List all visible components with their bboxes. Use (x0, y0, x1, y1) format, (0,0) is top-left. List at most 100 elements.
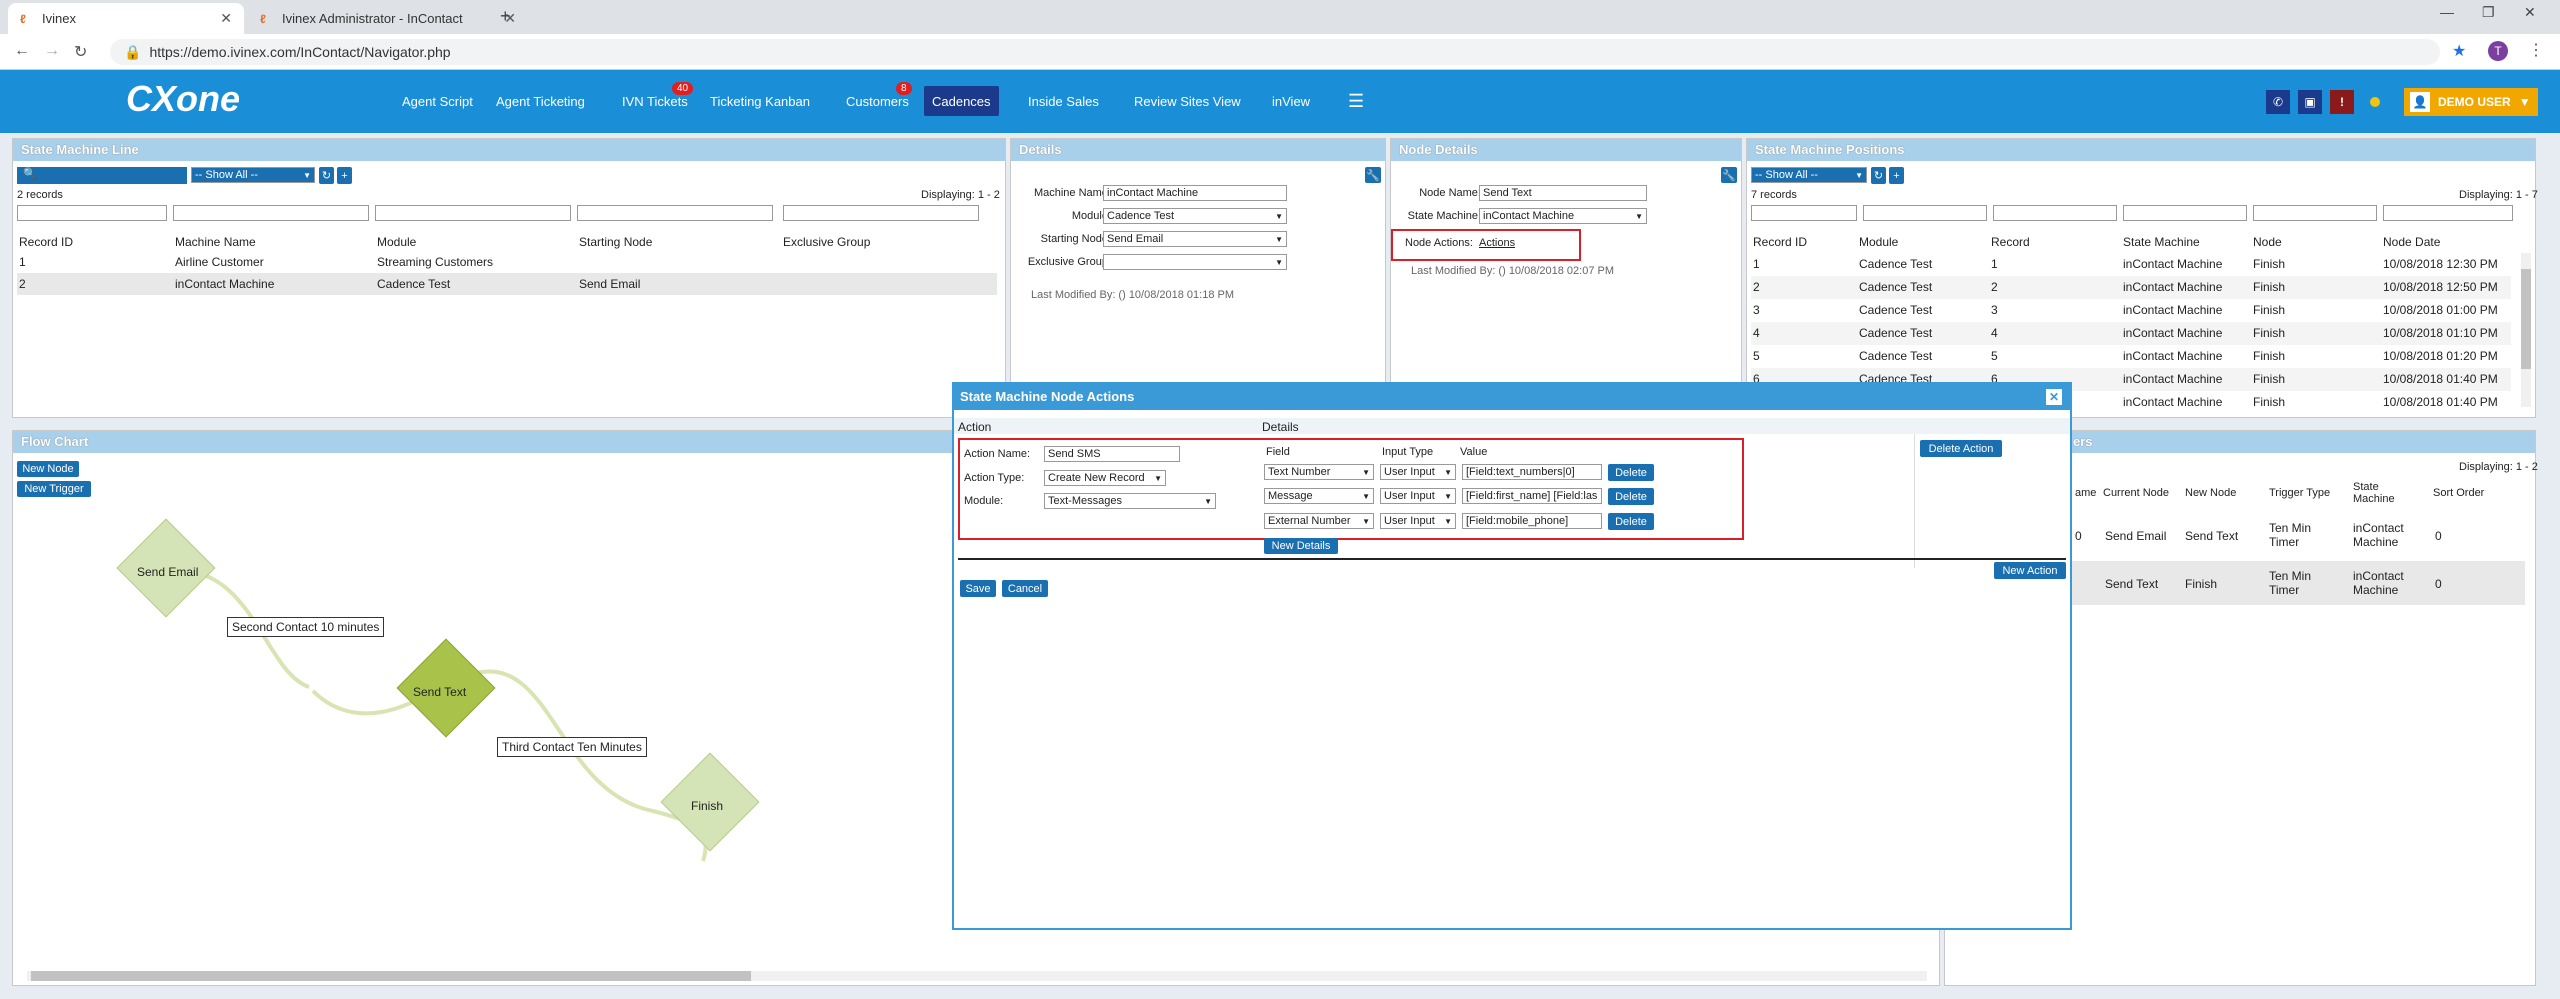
value-input[interactable]: [Field:text_numbers|0] (1462, 464, 1602, 480)
new-tab-icon[interactable]: + (500, 6, 511, 27)
chat-icon[interactable]: ▣ (2298, 90, 2322, 114)
column-header[interactable]: State Machine (2353, 481, 2403, 505)
scrollbar-thumb[interactable] (31, 971, 751, 981)
back-icon[interactable]: ← (14, 42, 30, 60)
filter-input[interactable] (375, 205, 571, 221)
filter-input[interactable] (17, 205, 167, 221)
table-row[interactable]: 2 inContact Machine Cadence Test Send Em… (17, 273, 997, 295)
restore-icon[interactable]: ❐ (2482, 4, 2495, 21)
table-row[interactable]: 5 Cadence Test 5 inContact Machine Finish 10/… (1751, 345, 2511, 368)
action-name-input[interactable]: Send SMS (1044, 446, 1180, 462)
column-header[interactable]: Machine Name (175, 235, 256, 249)
vertical-scrollbar[interactable] (2521, 253, 2531, 407)
nav-ticketing-kanban[interactable]: Ticketing Kanban (710, 70, 810, 133)
trigger-label[interactable]: Second Contact 10 minutes (227, 617, 385, 637)
delete-detail-button[interactable]: Delete (1608, 513, 1654, 530)
minimize-icon[interactable]: — (2440, 4, 2454, 20)
column-header[interactable]: Node (2253, 235, 2282, 249)
column-header[interactable]: Sort Order (2433, 487, 2484, 499)
bookmark-star-icon[interactable]: ★ (2452, 41, 2466, 61)
starting-node-select[interactable]: Send Email (1103, 231, 1287, 247)
input-type-select[interactable]: User Input (1380, 513, 1456, 529)
action-type-select[interactable]: Create New Record (1044, 470, 1166, 486)
column-header[interactable]: Record (1991, 235, 2030, 249)
table-row[interactable]: 1 Airline Customer Streaming Customers (17, 251, 997, 273)
refresh-icon[interactable]: ↻ (319, 167, 334, 184)
delete-detail-button[interactable]: Delete (1608, 488, 1654, 505)
filter-input[interactable] (1863, 205, 1987, 221)
filter-input[interactable] (577, 205, 773, 221)
close-window-icon[interactable]: ✕ (2524, 4, 2536, 21)
nav-customers[interactable]: Customers (846, 70, 909, 133)
delete-detail-button[interactable]: Delete (1608, 464, 1654, 481)
nav-agent-script[interactable]: Agent Script (402, 70, 473, 133)
filter-input[interactable] (783, 205, 979, 221)
refresh-icon[interactable]: ↻ (1871, 167, 1886, 184)
user-menu[interactable]: 👤 DEMO USER ▼ (2404, 88, 2538, 116)
hamburger-menu-icon[interactable]: ☰ (1348, 70, 1364, 133)
filter-input[interactable] (173, 205, 369, 221)
filter-input[interactable] (1751, 205, 1857, 221)
column-header[interactable]: Trigger Type (2269, 487, 2330, 499)
wrench-icon[interactable]: 🔧 (1365, 167, 1381, 183)
nav-review-sites-view[interactable]: Review Sites View (1134, 70, 1241, 133)
input-type-select[interactable]: User Input (1380, 464, 1456, 480)
table-row[interactable]: 4 Cadence Test 4 inContact Machine Finish 10/… (1751, 322, 2511, 345)
node-name-input[interactable]: Send Text (1479, 185, 1647, 201)
phone-icon[interactable]: ✆ (2266, 90, 2290, 114)
column-header[interactable]: Current Node (2103, 487, 2169, 499)
column-header[interactable]: ame (2075, 487, 2096, 499)
value-input[interactable]: [Field:first_name] [Field:las (1462, 488, 1602, 504)
menu-kebab-icon[interactable]: ⋮ (2528, 40, 2544, 60)
delete-action-button[interactable]: Delete Action (1920, 440, 2002, 457)
alert-icon[interactable]: ! (2330, 90, 2354, 114)
add-icon[interactable]: + (337, 167, 352, 184)
save-button[interactable]: Save (960, 580, 996, 597)
state-machine-select[interactable]: inContact Machine (1479, 208, 1647, 224)
filter-input[interactable] (2383, 205, 2513, 221)
column-header[interactable]: Exclusive Group (783, 235, 870, 249)
filter-input[interactable] (1993, 205, 2117, 221)
input-type-select[interactable]: User Input (1380, 488, 1456, 504)
column-header[interactable]: Module (377, 235, 416, 249)
field-select[interactable]: External Number (1264, 513, 1374, 529)
column-header[interactable]: Record ID (19, 235, 73, 249)
value-input[interactable]: [Field:mobile_phone] (1462, 513, 1602, 529)
module-select[interactable]: Text-Messages (1044, 493, 1216, 509)
reload-icon[interactable]: ↻ (74, 42, 87, 62)
filter-input[interactable] (2253, 205, 2377, 221)
machine-name-input[interactable]: inContact Machine (1103, 185, 1287, 201)
column-header[interactable]: New Node (2185, 487, 2236, 499)
filter-input[interactable] (2123, 205, 2247, 221)
profile-avatar[interactable]: T (2488, 41, 2508, 61)
nav-agent-ticketing[interactable]: Agent Ticketing (496, 70, 585, 133)
table-row[interactable]: 2 Cadence Test 2 inContact Machine Finish 10/… (1751, 276, 2511, 299)
browser-tab-admin[interactable]: ℓ Ivinex Administrator - InContact ✕ (248, 3, 528, 34)
exclusive-group-select[interactable] (1103, 254, 1287, 270)
trigger-label[interactable]: Third Contact Ten Minutes (497, 737, 647, 757)
scrollbar-thumb[interactable] (2521, 269, 2531, 369)
horizontal-scrollbar[interactable] (27, 971, 1927, 981)
close-tab-icon[interactable]: ✕ (220, 10, 232, 27)
new-details-button[interactable]: New Details (1264, 538, 1338, 554)
module-select[interactable]: Cadence Test (1103, 208, 1287, 224)
filter-select[interactable]: -- Show All -- (191, 167, 315, 183)
nav-ivn-tickets[interactable]: IVN Tickets (622, 70, 688, 133)
column-header[interactable]: Node Date (2383, 235, 2440, 249)
browser-tab-ivinex[interactable]: ℓ Ivinex ✕ (8, 3, 244, 34)
add-icon[interactable]: + (1889, 167, 1904, 184)
filter-select[interactable]: -- Show All -- (1751, 167, 1867, 183)
forward-icon[interactable]: → (44, 42, 60, 60)
wrench-icon[interactable]: 🔧 (1721, 167, 1737, 183)
column-header[interactable]: State Machine (2123, 235, 2200, 249)
cancel-button[interactable]: Cancel (1002, 580, 1048, 597)
modal-close-icon[interactable]: ✕ (2046, 389, 2062, 405)
search-input[interactable]: 🔍 (17, 167, 187, 184)
column-header[interactable]: Module (1859, 235, 1898, 249)
table-row[interactable]: 3 Cadence Test 3 inContact Machine Finish 10/… (1751, 299, 2511, 322)
url-input[interactable]: 🔒 https://demo.ivinex.com/InContact/Navi… (110, 39, 2440, 65)
nav-inview[interactable]: inView (1272, 70, 1310, 133)
column-header[interactable]: Record ID (1753, 235, 1807, 249)
actions-link[interactable]: Actions (1479, 237, 1515, 249)
field-select[interactable]: Text Number (1264, 464, 1374, 480)
